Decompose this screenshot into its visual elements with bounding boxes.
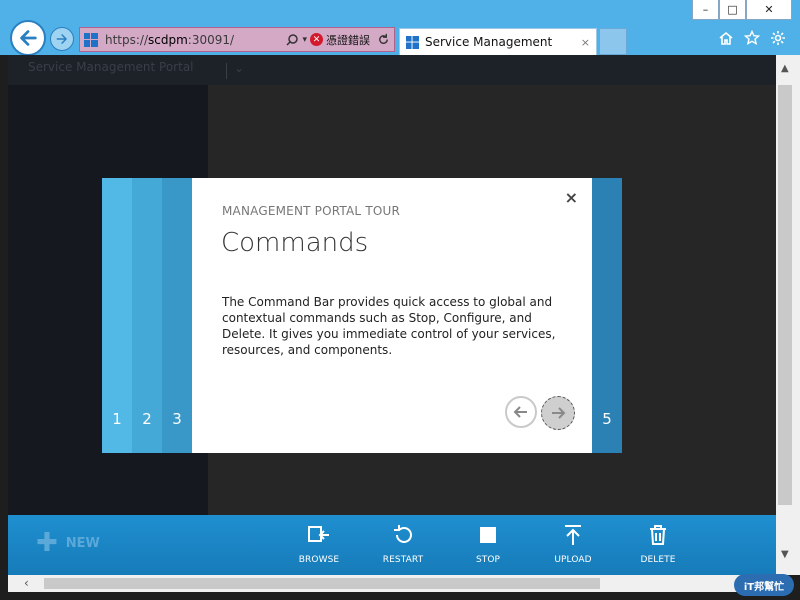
tour-step-3[interactable]: 3: [162, 178, 192, 453]
search-icon[interactable]: [285, 33, 299, 47]
minimize-button[interactable]: –: [692, 0, 719, 20]
vertical-scroll-thumb[interactable]: [778, 85, 792, 505]
upload-label: UPLOAD: [554, 555, 592, 565]
portal-title: Service Management Portal: [28, 60, 194, 74]
horizontal-scrollbar[interactable]: ‹: [8, 575, 776, 592]
windows-logo-icon: [84, 32, 98, 47]
certificate-error-text[interactable]: 憑證錯誤: [326, 32, 370, 48]
tour-step-number: 2: [142, 410, 152, 428]
arrow-right-icon: [552, 407, 566, 419]
back-arrow-icon: [20, 30, 37, 46]
scroll-left-arrow-icon[interactable]: ‹: [24, 576, 29, 590]
address-bar[interactable]: https://scdpm:30091/ ▾ ✕ 憑證錯誤: [79, 27, 395, 52]
plus-icon: ✚: [36, 528, 58, 558]
delete-icon: [650, 525, 666, 545]
new-label: NEW: [65, 535, 100, 551]
tour-eyebrow: MANAGEMENT PORTAL TOUR: [222, 204, 401, 218]
back-button[interactable]: [10, 20, 46, 56]
browser-toolbar-right: [718, 30, 786, 46]
close-dialog-icon[interactable]: ×: [565, 188, 578, 207]
close-window-button[interactable]: ✕: [746, 0, 792, 20]
tab-title: Service Management: [425, 35, 553, 49]
restart-label: RESTART: [382, 555, 424, 565]
tour-description: The Command Bar provides quick access to…: [222, 295, 556, 357]
stop-label: STOP: [475, 555, 501, 565]
tour-step-5[interactable]: 5: [592, 178, 622, 453]
upload-icon: [565, 525, 581, 545]
certificate-error-icon[interactable]: ✕: [310, 33, 323, 46]
delete-label: DELETE: [640, 555, 676, 565]
refresh-icon[interactable]: [377, 33, 390, 46]
upload-button[interactable]: UPLOAD: [541, 523, 605, 565]
tour-step-number: 5: [602, 410, 612, 428]
favorites-star-icon[interactable]: [744, 30, 760, 46]
vertical-scrollbar[interactable]: ▲ ▼: [776, 55, 800, 575]
arrow-left-icon: [513, 406, 527, 418]
tab-service-management[interactable]: Service Management ×: [399, 28, 597, 55]
forward-button[interactable]: [50, 27, 74, 51]
tour-step-2[interactable]: 2: [132, 178, 162, 453]
portal-tour-dialog: 1 2 3 × MANAGEMENT PORTAL TOUR Commands …: [102, 178, 622, 453]
forward-arrow-icon: [56, 34, 67, 44]
dropdown-icon[interactable]: ▾: [302, 35, 307, 45]
tour-heading: Commands: [221, 228, 369, 258]
next-step-button[interactable]: [541, 396, 575, 430]
new-tab-button[interactable]: [599, 28, 627, 55]
browse-button[interactable]: BROWSE: [287, 523, 351, 565]
portal-header: Service Management Portal ⌄: [8, 55, 776, 85]
previous-step-button[interactable]: [505, 396, 537, 428]
address-tools: ▾ ✕ 憑證錯誤: [285, 32, 394, 48]
tour-step-number: 1: [112, 410, 122, 428]
settings-gear-icon[interactable]: [770, 30, 786, 46]
tab-close-icon[interactable]: ×: [581, 36, 590, 49]
tour-content-panel: × MANAGEMENT PORTAL TOUR Commands The Co…: [192, 178, 592, 453]
scroll-up-arrow-icon[interactable]: ▲: [781, 63, 789, 74]
tour-step-1[interactable]: 1: [102, 178, 132, 453]
header-divider: [226, 63, 227, 79]
maximize-button[interactable]: □: [719, 0, 746, 20]
url-text: https://scdpm:30091/: [105, 32, 235, 47]
scroll-down-arrow-icon[interactable]: ▼: [781, 549, 789, 560]
window-controls: – □ ✕: [692, 0, 792, 20]
stop-button[interactable]: STOP: [456, 523, 520, 565]
windows-logo-icon: [406, 35, 419, 49]
restart-button[interactable]: RESTART: [371, 523, 435, 565]
horizontal-scroll-thumb[interactable]: [44, 578, 600, 589]
browser-chrome: – □ ✕ https://scdpm:30091/ ▾ ✕ 憑證錯誤 Serv…: [0, 0, 800, 56]
stop-icon: [480, 527, 496, 543]
new-button[interactable]: ✚ NEW: [36, 528, 100, 558]
restart-icon: [394, 525, 412, 543]
browse-icon: [308, 526, 329, 542]
browse-label: BROWSE: [298, 555, 340, 565]
chevron-down-icon[interactable]: ⌄: [234, 61, 244, 75]
delete-button[interactable]: DELETE: [626, 523, 690, 565]
watermark-logo: iT邦幫忙: [734, 574, 794, 596]
home-icon[interactable]: [718, 30, 734, 46]
command-bar: ✚ NEW BROWSE RESTART STOP UPLOAD DELETE: [8, 515, 776, 575]
tour-step-number: 3: [172, 410, 182, 428]
